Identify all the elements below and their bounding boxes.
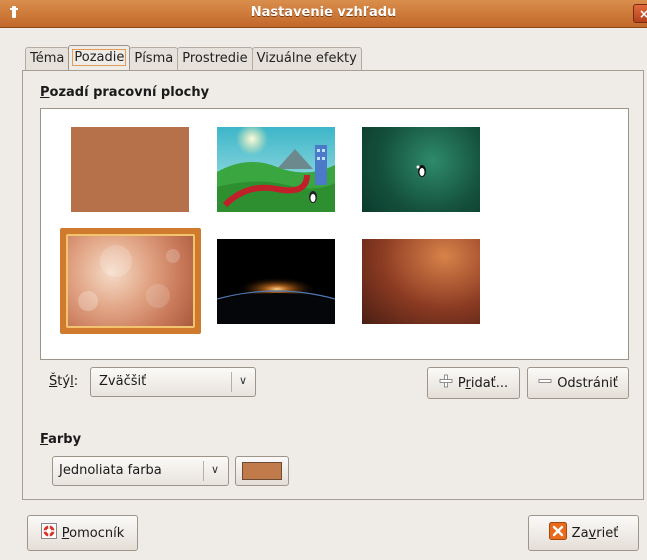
minus-icon [538, 374, 552, 392]
window-titlebar[interactable]: Nastavenie vzhľadu × [0, 0, 647, 28]
help-label: Pomocník [62, 526, 125, 541]
chevron-down-icon: ∨ [210, 463, 220, 476]
tab-pisma[interactable]: Písma [129, 47, 179, 70]
chevron-down-icon: ∨ [238, 374, 248, 387]
fill-type-combobox[interactable]: Jednoliata farba ∨ [52, 456, 229, 486]
add-wallpaper-button[interactable]: Pridať... [427, 367, 520, 399]
style-combobox[interactable]: Zväčšiť ∨ [90, 367, 256, 397]
remove-wallpaper-button[interactable]: Odstrániť [527, 367, 629, 399]
wallpaper-brown-gradient[interactable] [362, 239, 480, 324]
close-icon [548, 522, 567, 544]
tab-prostredie[interactable]: Prostredie [177, 47, 253, 70]
plus-icon [439, 374, 453, 392]
wallpaper-solid-brown[interactable] [71, 127, 189, 212]
window-title: Nastavenie vzhľadu [250, 5, 397, 20]
wallpaper-space-sunrise[interactable] [217, 239, 335, 324]
wallpaper-landscape-cartoon[interactable] [217, 127, 335, 212]
add-wallpaper-label: Pridať... [458, 376, 508, 391]
style-label-mid: tý [57, 374, 71, 389]
lifebuoy-help-icon [40, 523, 57, 543]
tab-bar: Téma Pozadie Písma Prostredie Vizuálne e… [25, 45, 362, 70]
colors-section-title-text: arby [48, 432, 82, 447]
background-section-title-text: ozadí pracovní plochy [49, 85, 210, 100]
fill-type-value: Jednoliata farba [59, 463, 162, 478]
style-value: Zväčšiť [99, 374, 147, 389]
color-swatch [242, 462, 282, 480]
close-label-pre: Za [571, 525, 589, 541]
mnemonic-char: P [40, 85, 50, 100]
style-label-end: : [73, 374, 79, 389]
wallpaper-green-penguin[interactable] [362, 127, 480, 212]
tab-pozadie[interactable]: Pozadie [68, 45, 131, 70]
tab-tema[interactable]: Téma [25, 47, 70, 70]
tab-pozadie-label: Pozadie [72, 49, 127, 66]
add-label-post: idať... [470, 375, 509, 391]
window-close-button[interactable]: × [633, 4, 647, 23]
background-section-title: Pozadí pracovní plochy [40, 85, 209, 100]
combo-separator [203, 461, 204, 481]
close-button[interactable]: Zavrieť [528, 515, 639, 551]
mnemonic-char: F [40, 432, 49, 447]
combo-separator [231, 372, 232, 392]
color-picker-button[interactable] [235, 456, 289, 486]
help-label-rest: omocník [69, 525, 125, 541]
close-label: Zavrieť [572, 526, 619, 541]
wallpaper-warm-bokeh-selected[interactable] [60, 228, 201, 334]
colors-section-title: Farby [40, 432, 81, 447]
help-button[interactable]: Pomocník [27, 515, 138, 551]
remove-wallpaper-label: Odstrániť [557, 375, 618, 391]
style-label: Štýl: [49, 374, 78, 389]
tab-vizualne-efekty[interactable]: Vizuálne efekty [251, 47, 362, 70]
wallpaper-warm-bokeh-image [66, 234, 195, 328]
close-label-post: rieť [596, 525, 619, 541]
